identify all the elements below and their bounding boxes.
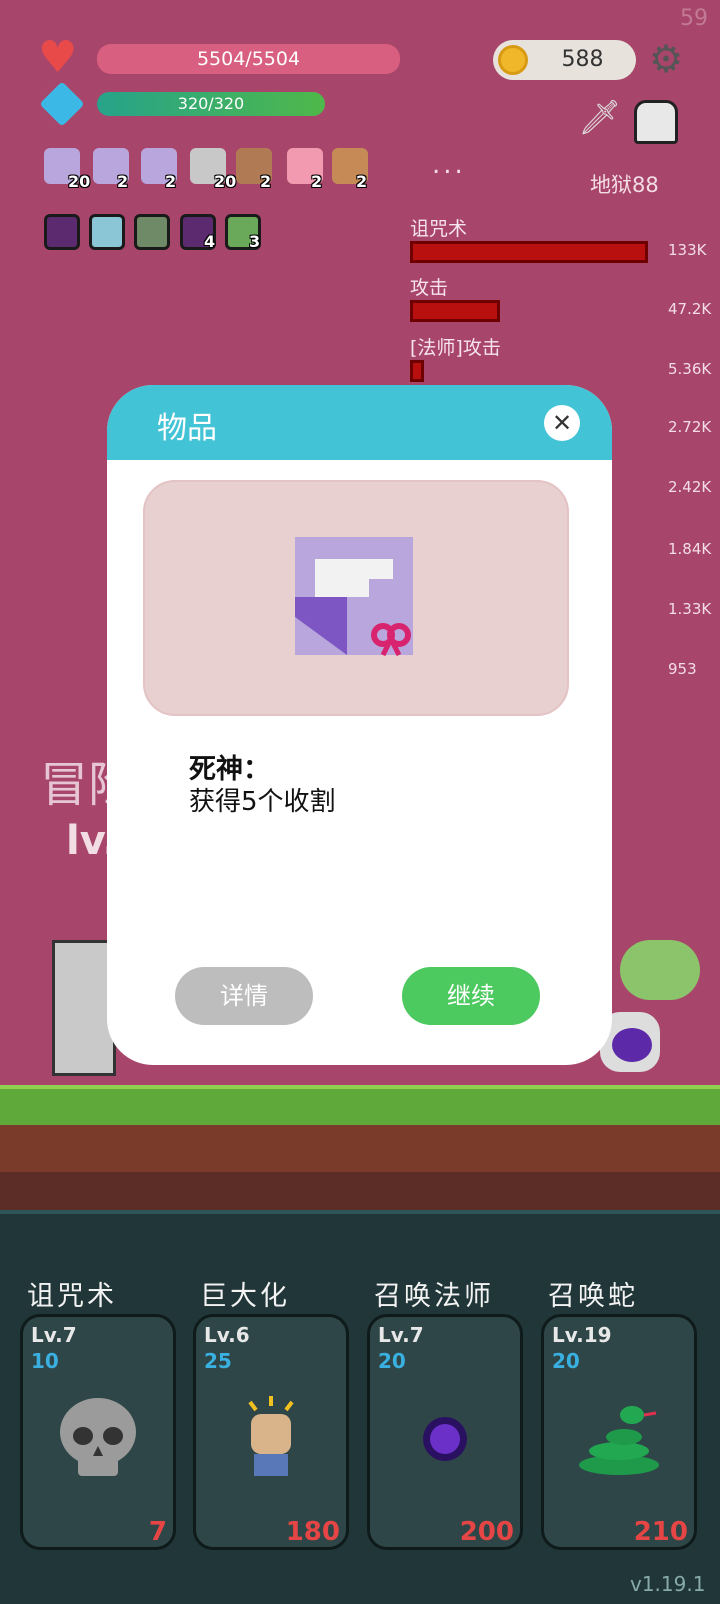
details-button[interactable]: 详情 [175,967,313,1025]
hp-bar: 5504/5504 [97,44,400,74]
version-label: v1.19.1 [630,1572,706,1596]
damage-value: 1.33K [668,600,712,618]
skill-cost: 25 [204,1349,232,1373]
continue-button[interactable]: 继续 [402,967,540,1025]
skill-title: 巨大化 [200,1281,290,1312]
robot-card-icon[interactable] [134,214,170,250]
skill-cost: 20 [552,1349,580,1373]
skill-title: 召唤法师 [374,1281,494,1312]
damage-bar [410,360,424,382]
damage-value: 133K [668,241,707,259]
skill-damage: 180 [285,1517,340,1547]
gear-icon[interactable]: ⚙ [646,39,686,79]
skill-level: Lv.6 [204,1323,250,1347]
dirt-ground-dark [0,1172,720,1210]
skill-title: 召唤蛇 [548,1281,638,1312]
skill-damage: 200 [459,1517,514,1547]
skill-level: Lv.7 [31,1323,77,1347]
item-modal: 物品 ✕ 死神： 获得5个收割 详情 继续 [107,385,612,1065]
skill-cost: 10 [31,1349,59,1373]
gold-amount: 588 [561,47,604,72]
item-description: 获得5个收割 [189,787,336,817]
damage-value: 2.42K [668,478,712,496]
grass-ground [0,1085,720,1125]
demon-card-icon[interactable] [44,214,80,250]
inventory-count: 2 [311,172,323,191]
skill-card[interactable]: Lv.6 25 180 [193,1314,349,1550]
hp-text: 5504/5504 [196,48,301,70]
close-icon[interactable]: ✕ [544,405,580,441]
ghost-icon[interactable] [634,100,678,144]
snake-icon [544,1379,694,1499]
hell-level-label: 地狱88 [590,173,659,197]
skill-title: 诅咒术 [27,1281,117,1312]
skill-level: Lv.7 [378,1323,424,1347]
buff-count: 4 [204,232,216,251]
light-card-icon[interactable] [89,214,125,250]
purple-orb-projectile [612,1028,652,1062]
heart-icon: ♥ [38,32,78,83]
damage-label: [法师]攻击 [410,337,501,359]
skill-cost: 20 [378,1349,406,1373]
more-items-button[interactable]: ... [432,150,466,180]
buff-count: 3 [249,232,261,251]
cleaver-icon[interactable]: 🗡 [578,98,621,138]
damage-value: 953 [668,660,697,678]
purple-orb-icon [370,1379,520,1499]
coin-icon [498,45,528,75]
damage-bar [410,300,500,322]
scene-tree [620,940,700,1000]
mp-text: 320/320 [177,94,245,113]
inventory-count: 2 [356,172,368,191]
skill-card[interactable]: Lv.19 20 210 [541,1314,697,1550]
skill-level: Lv.19 [552,1323,612,1347]
inventory-count: 2 [117,172,129,191]
damage-value: 5.36K [668,360,712,378]
inventory-count: 20 [214,172,237,191]
damage-value: 47.2K [668,300,712,318]
inventory-count: 2 [165,172,177,191]
skill-card[interactable]: Lv.7 20 200 [367,1314,523,1550]
damage-bar [410,241,648,263]
inventory-count: 20 [68,172,91,191]
damage-value: 1.84K [668,540,712,558]
damage-label: 诅咒术 [410,218,468,240]
skull-icon [23,1379,173,1499]
skill-card[interactable]: Lv.7 10 7 [20,1314,176,1550]
damage-label: 攻击 [410,277,449,299]
inventory-count: 2 [260,172,272,191]
gift-scroll-icon [295,537,413,657]
damage-value: 2.72K [668,418,712,436]
fps-counter: 59 [680,6,708,31]
fist-icon [196,1379,346,1499]
mp-bar: 320/320 [97,92,325,116]
skill-damage: 210 [633,1517,688,1547]
modal-title: 物品 [157,411,217,446]
skill-damage: 7 [148,1517,167,1547]
